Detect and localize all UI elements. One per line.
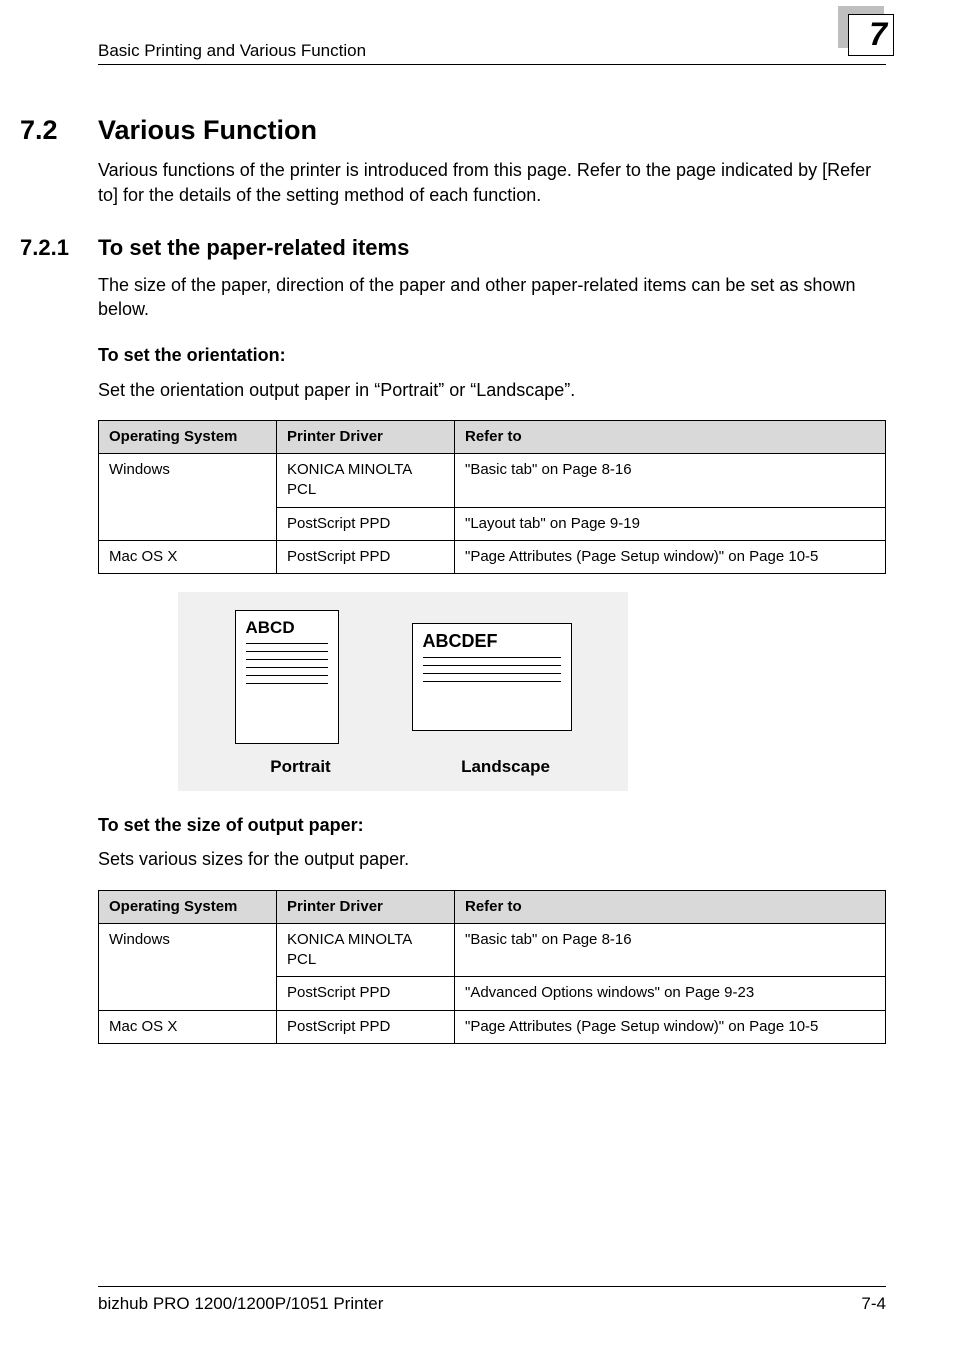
th-driver: Printer Driver [277,890,455,923]
cell-os: Windows [99,923,277,1010]
cell-os: Windows [99,454,277,541]
footer-page-number: 7-4 [861,1293,886,1316]
footer-left: bizhub PRO 1200/1200P/1051 Printer [98,1293,383,1316]
table-row: Mac OS X PostScript PPD "Page Attributes… [99,1010,886,1043]
cell-refer: "Basic tab" on Page 8-16 [455,454,886,508]
th-os: Operating System [99,890,277,923]
section-number: 7.2 [20,112,98,148]
cell-driver: PostScript PPD [277,977,455,1010]
table-header-row: Operating System Printer Driver Refer to [99,890,886,923]
orientation-heading: To set the orientation: [98,343,886,367]
subsection-intro: The size of the paper, direction of the … [98,273,886,322]
label-landscape: Landscape [403,756,608,779]
table-row: Windows KONICA MINOLTA PCL "Basic tab" o… [99,454,886,508]
chapter-badge: 7 [838,6,896,56]
cell-refer: "Basic tab" on Page 8-16 [455,923,886,977]
size-heading: To set the size of output paper: [98,813,886,837]
orientation-figure: ABCD ABCDEF Portrait Landscape [178,592,628,791]
table-row: Mac OS X PostScript PPD "Page Attributes… [99,540,886,573]
cell-os: Mac OS X [99,1010,277,1043]
label-portrait: Portrait [198,756,403,779]
cell-driver: KONICA MINOLTA PCL [277,454,455,508]
table-row: Windows KONICA MINOLTA PCL "Basic tab" o… [99,923,886,977]
cell-driver: PostScript PPD [277,507,455,540]
cell-refer: "Page Attributes (Page Setup window)" on… [455,1010,886,1043]
size-table: Operating System Printer Driver Refer to… [98,890,886,1044]
section-intro: Various functions of the printer is intr… [98,158,886,207]
th-refer: Refer to [455,890,886,923]
th-refer: Refer to [455,420,886,453]
orientation-body: Set the orientation output paper in “Por… [98,378,886,402]
header-rule [98,64,886,65]
portrait-sample-text: ABCD [246,619,328,636]
cell-driver: PostScript PPD [277,540,455,573]
footer-rule [98,1286,886,1287]
orientation-table: Operating System Printer Driver Refer to… [98,420,886,574]
running-header: Basic Printing and Various Function [98,40,366,63]
landscape-sample-text: ABCDEF [423,632,561,650]
landscape-page-icon: ABCDEF [412,623,572,731]
portrait-page-icon: ABCD [235,610,339,744]
cell-driver: KONICA MINOLTA PCL [277,923,455,977]
th-driver: Printer Driver [277,420,455,453]
cell-driver: PostScript PPD [277,1010,455,1043]
size-body: Sets various sizes for the output paper. [98,847,886,871]
cell-refer: "Advanced Options windows" on Page 9-23 [455,977,886,1010]
section-title: Various Function [98,112,317,148]
cell-os: Mac OS X [99,540,277,573]
th-os: Operating System [99,420,277,453]
table-header-row: Operating System Printer Driver Refer to [99,420,886,453]
subsection-title: To set the paper-related items [98,233,409,263]
subsection-number: 7.2.1 [20,233,98,263]
cell-refer: "Page Attributes (Page Setup window)" on… [455,540,886,573]
cell-refer: "Layout tab" on Page 9-19 [455,507,886,540]
chapter-number: 7 [869,13,887,56]
